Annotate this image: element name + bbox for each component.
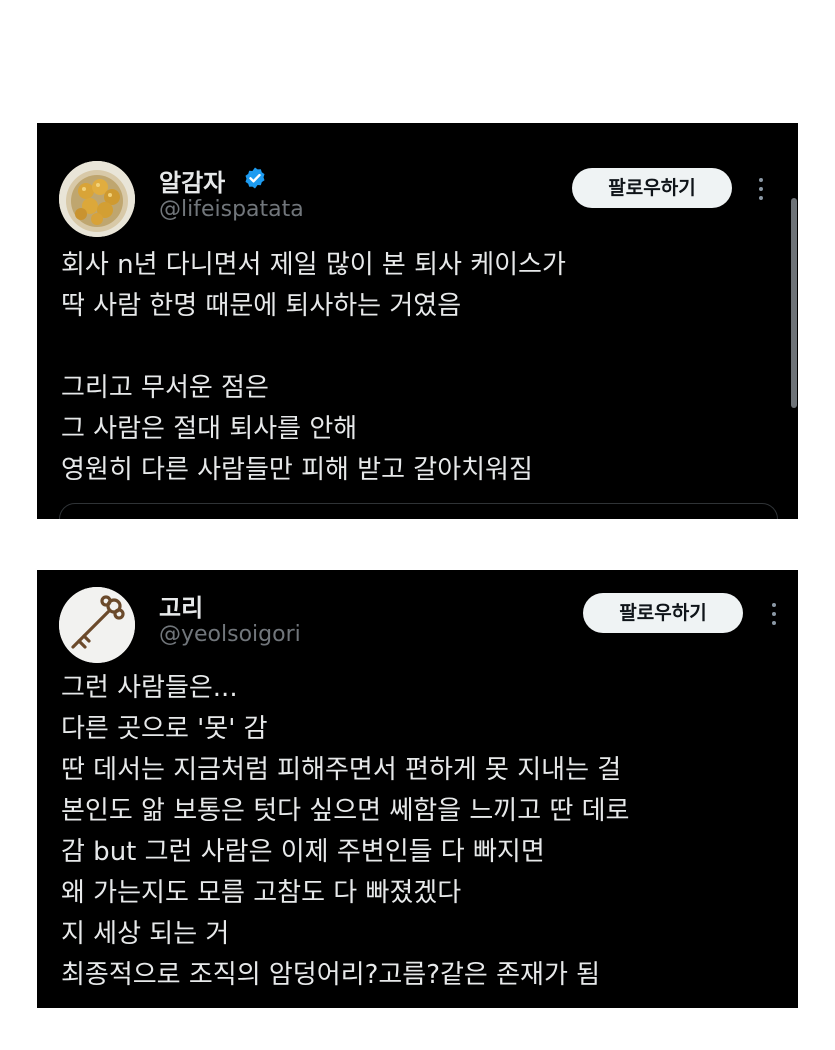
embedded-card-edge[interactable] bbox=[59, 503, 778, 519]
tweet-text-line: 딴 데서는 지금처럼 피해주면서 편하게 못 지내는 걸 bbox=[61, 755, 622, 785]
follow-button[interactable]: 팔로우하기 bbox=[572, 168, 732, 208]
tweet-text-line bbox=[61, 327, 566, 368]
key-avatar-image bbox=[59, 587, 135, 663]
user-handle[interactable]: @lifeispatata bbox=[159, 197, 304, 222]
avatar[interactable] bbox=[59, 587, 135, 663]
more-options-icon[interactable] bbox=[772, 603, 776, 625]
tweet-text-line: 그런 사람들은... bbox=[61, 673, 238, 703]
tweet-text-line: 그 사람은 절대 퇴사를 안해 bbox=[61, 414, 358, 444]
tweet-text-line: 영원히 다른 사람들만 피해 받고 갈아치워짐 bbox=[61, 455, 533, 485]
tweet-text-line: 왜 가는지도 모름 고참도 다 빠졌겠다 bbox=[61, 878, 462, 908]
tweet-card-2: 고리 @yeolsoigori 팔로우하기 그런 사람들은... 다른 곳으로 … bbox=[37, 570, 798, 1008]
scrollbar[interactable] bbox=[791, 198, 797, 408]
tweet-text-line: 회사 n년 다니면서 제일 많이 본 퇴사 케이스가 bbox=[61, 250, 566, 280]
avatar[interactable] bbox=[59, 161, 135, 237]
more-options-icon[interactable] bbox=[759, 178, 763, 200]
user-handle[interactable]: @yeolsoigori bbox=[159, 622, 301, 647]
tweet-text-line: 본인도 앎 보통은 텃다 싶으면 쎄함을 느끼고 딴 데로 bbox=[61, 796, 630, 826]
display-name[interactable]: 알감자 bbox=[159, 163, 225, 198]
verified-badge-icon bbox=[245, 167, 265, 189]
tweet-text-line: 지 세상 되는 거 bbox=[61, 919, 230, 949]
tweet-card-1: 알감자 @lifeispatata 팔로우하기 회사 n년 다니면서 제일 많이… bbox=[37, 123, 798, 519]
tweet-text: 회사 n년 다니면서 제일 많이 본 퇴사 케이스가 딱 사람 한명 때문에 퇴… bbox=[61, 245, 566, 491]
display-name[interactable]: 고리 bbox=[159, 588, 203, 623]
potato-avatar-image bbox=[59, 161, 135, 237]
tweet-text-line: 딱 사람 한명 때문에 퇴사하는 거였음 bbox=[61, 291, 462, 321]
follow-button[interactable]: 팔로우하기 bbox=[583, 593, 743, 633]
tweet-text-line: 감 but 그런 사람은 이제 주변인들 다 빠지면 bbox=[61, 837, 545, 867]
tweet-text: 그런 사람들은... 다른 곳으로 '못' 감 딴 데서는 지금처럼 피해주면서… bbox=[61, 668, 629, 996]
tweet-text-line: 최종적으로 조직의 암덩어리?고름?같은 존재가 됨 bbox=[61, 960, 601, 990]
tweet-text-line: 그리고 무서운 점은 bbox=[61, 373, 269, 403]
tweet-text-line: 다른 곳으로 '못' 감 bbox=[61, 714, 268, 744]
